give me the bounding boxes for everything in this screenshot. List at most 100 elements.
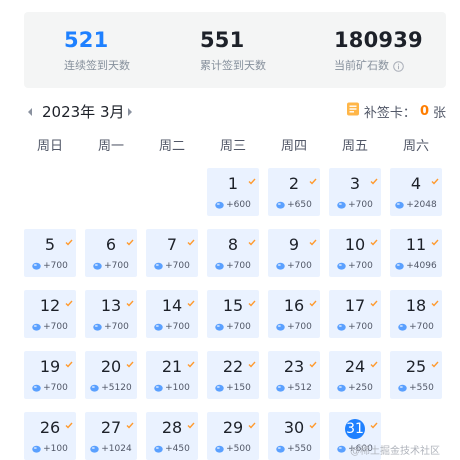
day-reward: +700: [207, 321, 259, 333]
calendar-day[interactable]: 10 +700: [329, 229, 381, 277]
supplement-card[interactable]: 补签卡： 0 张: [346, 101, 446, 121]
stat-ore: 180939 当前矿石数: [334, 26, 423, 74]
reward-value: +700: [43, 322, 68, 332]
stat-label: 累计签到天数: [200, 59, 266, 72]
calendar-day[interactable]: 15 +700: [207, 290, 259, 338]
ore-icon: [215, 201, 224, 209]
ore-icon: [90, 445, 99, 453]
calendar-day[interactable]: 17 +700: [329, 290, 381, 338]
checkmark-icon: [187, 353, 195, 368]
calendar-day[interactable]: 20 +5120: [85, 351, 137, 399]
calendar-day[interactable]: 14 +700: [146, 290, 198, 338]
day-reward: +650: [268, 199, 320, 211]
calendar-day[interactable]: 22 +150: [207, 351, 259, 399]
supplement-unit: 张: [432, 105, 446, 121]
calendar-day[interactable]: 23 +512: [268, 351, 320, 399]
calendar-day[interactable]: 27 +1024: [85, 412, 137, 460]
stat-total: 551 累计签到天数: [200, 26, 266, 74]
weekday-label: 周四: [280, 139, 307, 154]
checkmark-icon: [431, 292, 439, 307]
reward-value: +700: [43, 261, 68, 271]
calendar-day[interactable]: 9 +700: [268, 229, 320, 277]
day-reward: +700: [85, 260, 137, 272]
reward-value: +700: [348, 261, 373, 271]
calendar-day[interactable]: 28 +450: [146, 412, 198, 460]
calendar-day[interactable]: 8 +700: [207, 229, 259, 277]
stat-label: 连续签到天数: [64, 59, 130, 72]
calendar-day[interactable]: 3 +700: [329, 168, 381, 216]
info-icon[interactable]: [393, 60, 404, 72]
checkmark-icon: [187, 414, 195, 429]
calendar-day[interactable]: 16 +700: [268, 290, 320, 338]
reward-value: +2048: [406, 200, 437, 210]
checkmark-icon: [309, 170, 317, 185]
day-reward: +5120: [85, 382, 137, 394]
checkmark-icon: [65, 292, 73, 307]
reward-value: +700: [226, 261, 251, 271]
supplement-count: 0: [419, 103, 429, 119]
supplement-card-icon: [346, 101, 360, 121]
day-reward: +600: [207, 199, 259, 211]
next-month-icon[interactable]: [126, 106, 136, 118]
calendar-day[interactable]: 18 +700: [390, 290, 442, 338]
checkmark-icon: [309, 353, 317, 368]
calendar-day[interactable]: 25 +550: [390, 351, 442, 399]
prev-month-icon[interactable]: [26, 106, 36, 118]
calendar-day[interactable]: 13 +700: [85, 290, 137, 338]
day-reward: +100: [146, 382, 198, 394]
calendar-day[interactable]: 2 +650: [268, 168, 320, 216]
calendar-day[interactable]: 30 +550: [268, 412, 320, 460]
reward-value: +600: [226, 200, 251, 210]
checkmark-icon: [248, 292, 256, 307]
day-reward: +700: [85, 321, 137, 333]
calendar-day[interactable]: 29 +500: [207, 412, 259, 460]
reward-value: +700: [165, 261, 190, 271]
day-reward: +512: [268, 382, 320, 394]
reward-value: +4096: [406, 261, 437, 271]
calendar-day[interactable]: 4 +2048: [390, 168, 442, 216]
calendar-day[interactable]: 24 +250: [329, 351, 381, 399]
calendar-day[interactable]: 26 +100: [24, 412, 76, 460]
calendar-day[interactable]: 12 +700: [24, 290, 76, 338]
reward-value: +700: [409, 322, 434, 332]
calendar-day[interactable]: 19 +700: [24, 351, 76, 399]
reward-value: +100: [165, 383, 190, 393]
day-reward: +4096: [390, 260, 442, 272]
calendar-day[interactable]: 11 +4096: [390, 229, 442, 277]
checkmark-icon: [431, 231, 439, 246]
reward-value: +5120: [101, 383, 132, 393]
checkmark-icon: [126, 292, 134, 307]
ore-icon: [276, 323, 285, 331]
checkmark-icon: [126, 414, 134, 429]
ore-icon: [32, 262, 41, 270]
ore-icon: [93, 323, 102, 331]
checkmark-icon: [309, 292, 317, 307]
reward-value: +100: [43, 444, 68, 454]
calendar-grid: 1 +600 2 +650 3 +700 4 +2048 5 +700 6 +700 7 +700 8 +70…: [24, 168, 444, 460]
day-reward: +700: [146, 260, 198, 272]
ore-icon: [276, 201, 285, 209]
stat-value: 521: [64, 28, 109, 52]
day-reward: +700: [24, 321, 76, 333]
checkmark-icon: [126, 353, 134, 368]
calendar-day[interactable]: 21 +100: [146, 351, 198, 399]
ore-icon: [154, 262, 163, 270]
checkmark-icon: [370, 353, 378, 368]
calendar-day[interactable]: 6 +700: [85, 229, 137, 277]
checkmark-icon: [370, 231, 378, 246]
ore-icon: [337, 323, 346, 331]
calendar-day[interactable]: 1 +600: [207, 168, 259, 216]
day-reward: +700: [146, 321, 198, 333]
ore-icon: [215, 323, 224, 331]
reward-value: +700: [348, 200, 373, 210]
reward-value: +700: [226, 322, 251, 332]
calendar-day[interactable]: 5 +700: [24, 229, 76, 277]
day-reward: +450: [146, 443, 198, 455]
checkmark-icon: [370, 292, 378, 307]
reward-value: +700: [165, 322, 190, 332]
ore-icon: [93, 262, 102, 270]
checkmark-icon: [248, 353, 256, 368]
weekday-label: 周三: [219, 139, 246, 154]
calendar-day[interactable]: 7 +700: [146, 229, 198, 277]
checkmark-icon: [248, 170, 256, 185]
